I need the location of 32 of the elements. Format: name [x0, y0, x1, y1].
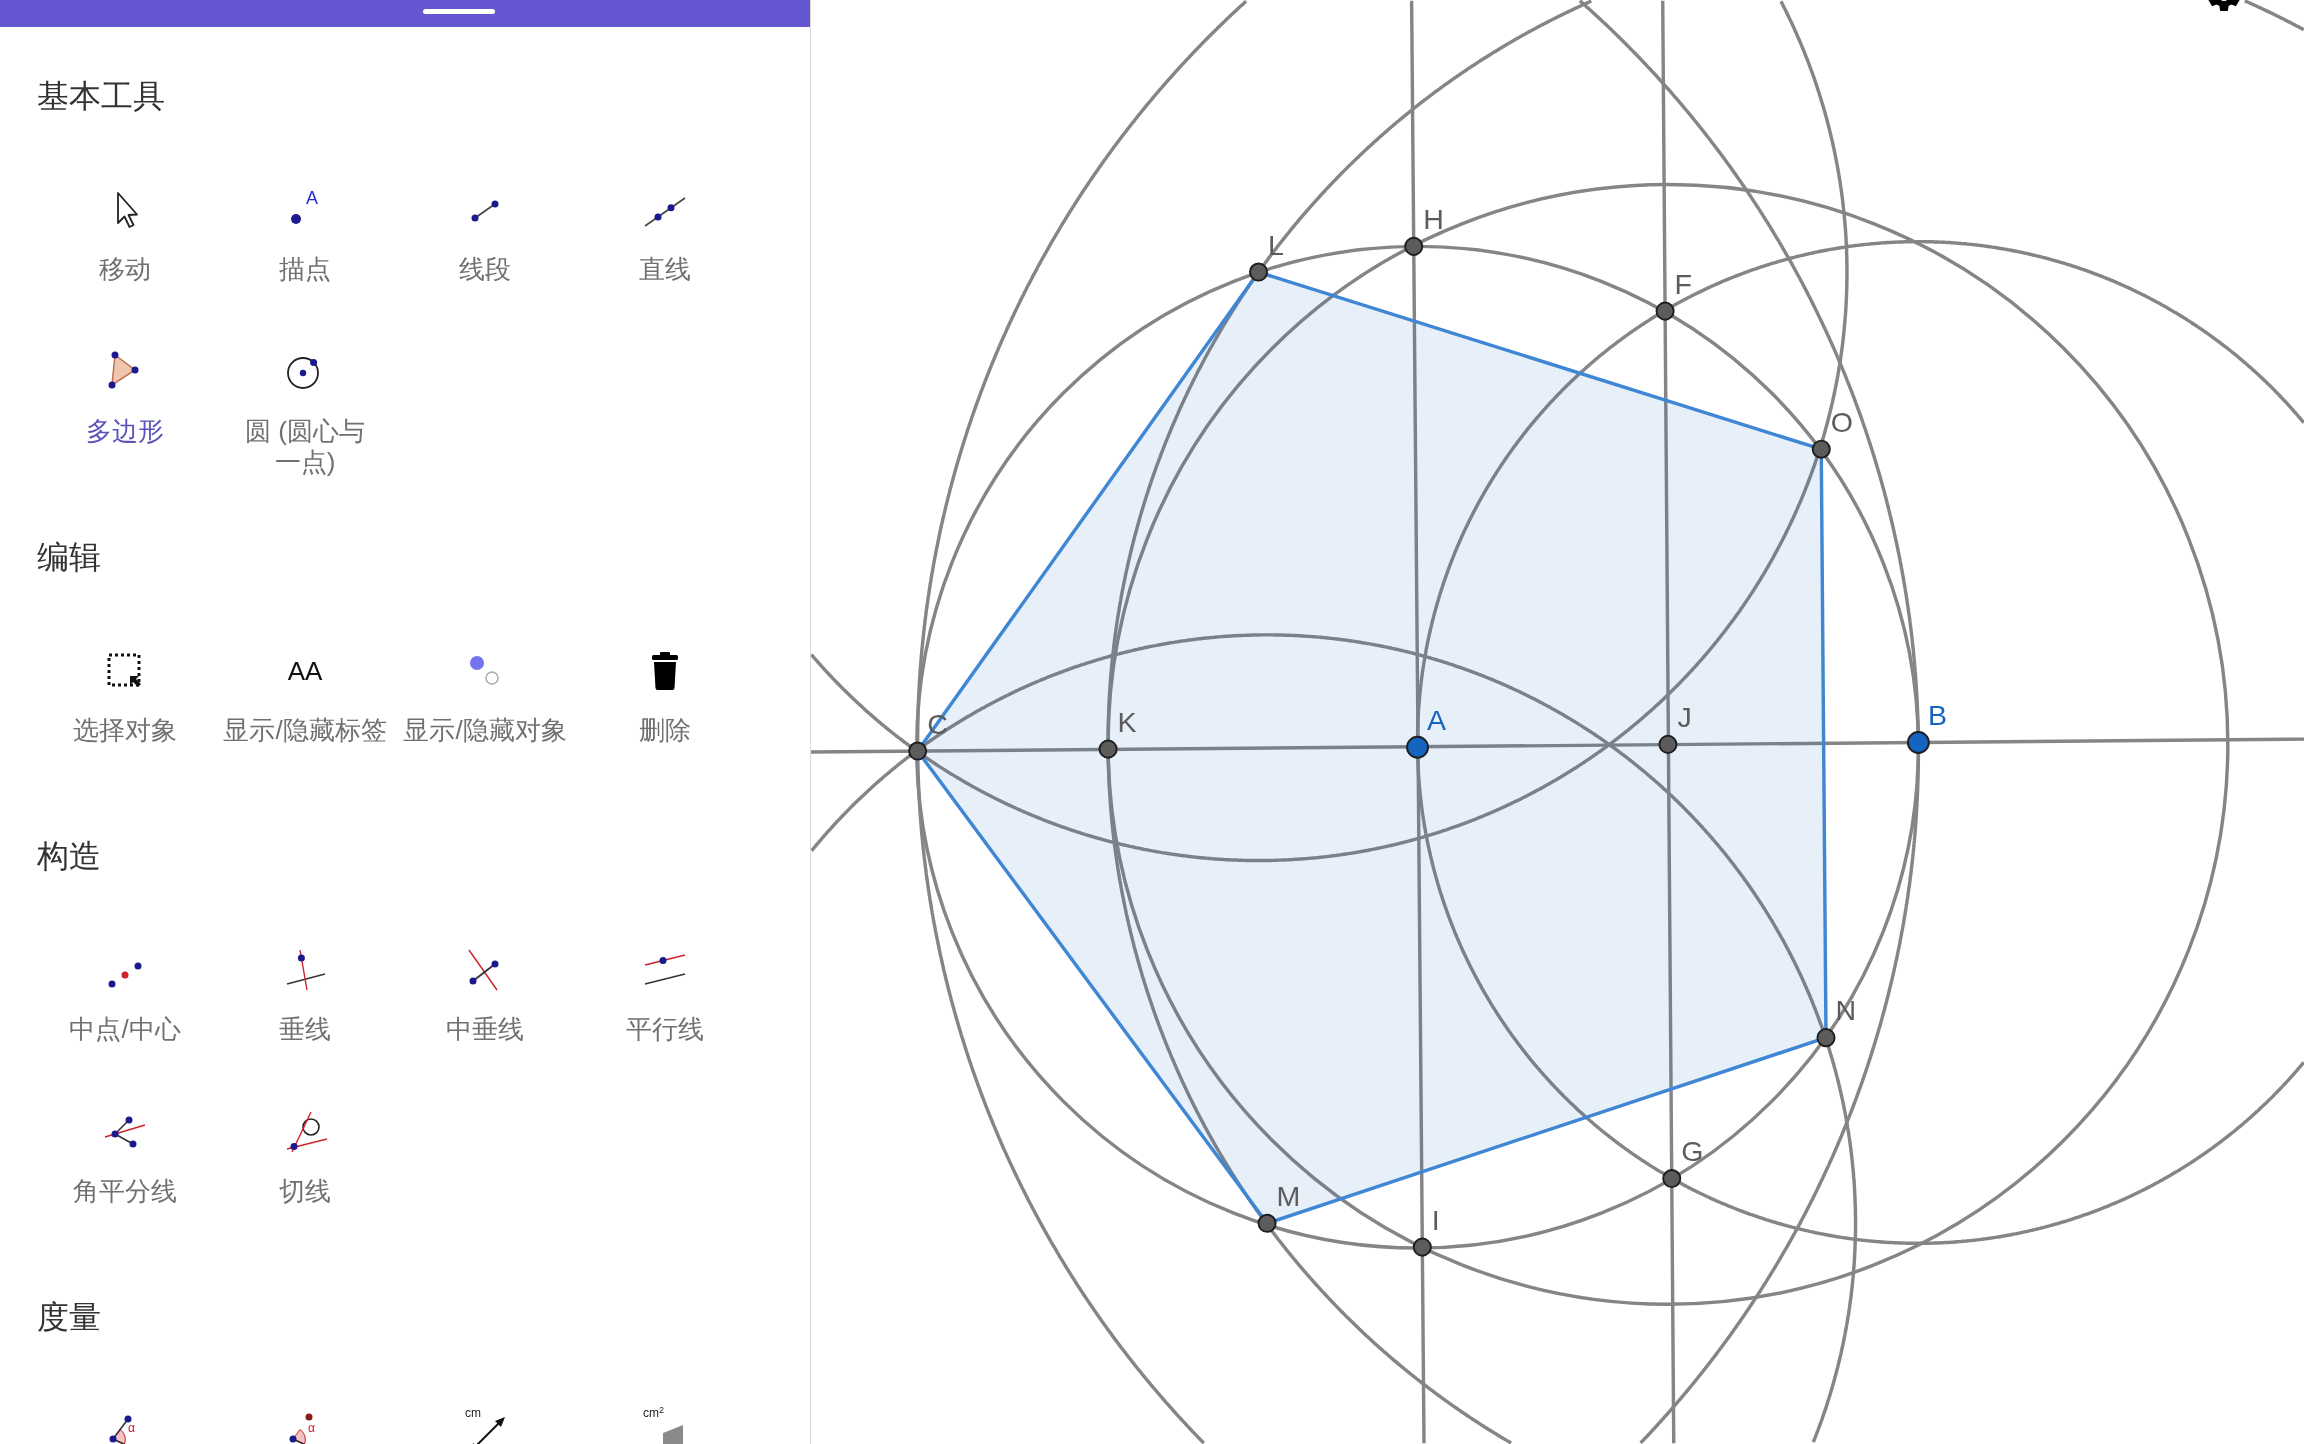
tool-button[interactable]: 移动	[99, 186, 151, 285]
section-heading: 基本工具	[36, 77, 165, 116]
tool-button[interactable]: 垂线	[279, 946, 331, 1045]
drag-handle[interactable]	[423, 9, 495, 14]
point-label: K	[1117, 706, 1137, 738]
tool-button[interactable]: 中点/中心	[69, 946, 181, 1045]
tool-button[interactable]: A 描点	[279, 186, 331, 285]
section-heading: 编辑	[36, 538, 101, 577]
tool-button[interactable]: 多边形	[86, 348, 164, 447]
tool-button[interactable]: 显示/隐藏对象	[403, 647, 567, 746]
point-label: A	[1427, 704, 1447, 737]
point-label: G	[1681, 1135, 1704, 1168]
tool-button[interactable]: 选择对象	[73, 647, 177, 746]
point-label: J	[1677, 701, 1692, 734]
tool-button[interactable]: 圆 (圆心与一点)	[238, 348, 372, 478]
tool-button[interactable]: 删除	[639, 647, 691, 746]
tool-button[interactable]: 切线	[279, 1108, 331, 1207]
section-heading: 度量	[36, 1298, 101, 1337]
point-label: I	[1431, 1204, 1440, 1236]
point-label: B	[1927, 699, 1947, 732]
letters-icon: AA	[281, 647, 329, 695]
point-label: F	[1674, 268, 1693, 300]
point-label: O	[1830, 406, 1853, 439]
tool-button[interactable]: 平行线	[626, 946, 704, 1045]
tool-button[interactable]: 中垂线	[446, 946, 524, 1045]
tool-button[interactable]: 直线	[639, 186, 691, 285]
section-heading: 构造	[36, 837, 101, 876]
tool-button[interactable]: AA 显示/隐藏标签	[223, 647, 387, 746]
tool-button[interactable]: 角平分线	[73, 1108, 177, 1207]
tool-button[interactable]: 线段	[459, 186, 511, 285]
point-label: H	[1423, 203, 1444, 236]
point-label: M	[1276, 1180, 1301, 1213]
